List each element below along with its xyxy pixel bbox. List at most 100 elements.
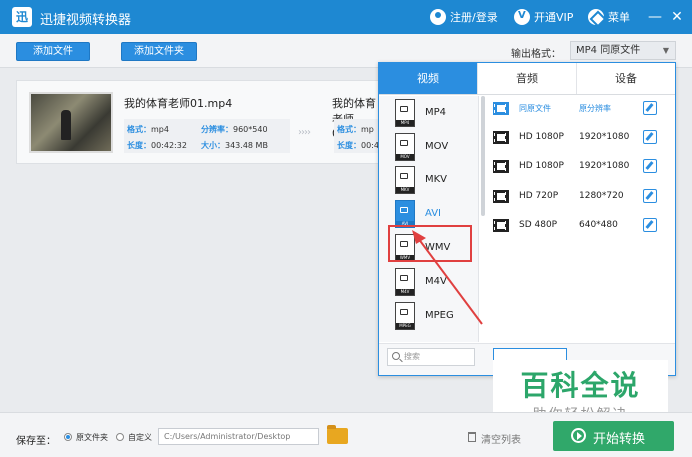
format-name: MOV: [425, 141, 449, 152]
out-format-value: mp: [361, 125, 374, 134]
radio-custom-folder[interactable]: [116, 433, 124, 441]
resolution-quality: SD 480P: [519, 220, 558, 230]
selection-highlight: [388, 225, 472, 262]
video-file-icon: MOV: [395, 133, 415, 161]
resolution-value: 640*480: [579, 220, 618, 230]
app-title: 迅捷视频转换器: [40, 13, 132, 28]
start-convert-button[interactable]: 开始转换: [553, 421, 674, 451]
close-button[interactable]: ✕: [668, 8, 686, 26]
edit-icon[interactable]: [643, 101, 657, 115]
resolution-value: 960*540: [233, 125, 268, 134]
search-icon: [392, 352, 400, 360]
film-icon: [493, 160, 509, 173]
format-tabs: 视频 音频 设备: [379, 63, 675, 95]
resolution-value: 1920*1080: [579, 132, 630, 142]
search-input[interactable]: 搜索: [387, 348, 475, 366]
resolution-value: 1280*720: [579, 191, 624, 201]
resolution-row[interactable]: SD 480P 640*480: [487, 215, 673, 237]
film-icon: [493, 219, 509, 232]
video-file-icon: AVI: [395, 200, 415, 228]
menu-icon: [588, 9, 604, 25]
size-value: 343.48 MB: [225, 141, 268, 150]
trash-icon: [468, 432, 476, 442]
resolution-row[interactable]: HD 1080P 1920*1080: [487, 127, 673, 149]
format-value: mp4: [151, 125, 169, 134]
duration-key: 长度：: [127, 141, 151, 150]
radio-custom-label: 自定义: [128, 433, 152, 442]
edit-icon[interactable]: [643, 218, 657, 232]
output-format-select[interactable]: MP4 同原文件 ▼: [570, 41, 676, 60]
clear-list-button[interactable]: 清空列表: [481, 431, 521, 446]
user-icon: [430, 9, 446, 25]
format-list-scrollbar[interactable]: [481, 96, 485, 216]
output-path-input[interactable]: C:/Users/Administrator/Desktop: [158, 428, 319, 445]
resolution-quality: HD 720P: [519, 191, 559, 201]
format-name: M4V: [425, 276, 447, 287]
tab-video[interactable]: 视频: [379, 63, 477, 94]
convert-arrow-icon: ››››: [298, 127, 311, 138]
add-folder-button[interactable]: 添加文件夹: [121, 42, 197, 61]
save-to-label: 保存至：: [16, 436, 56, 447]
resolution-quality: 同原文件: [519, 104, 551, 113]
output-format-label: 输出格式：: [511, 49, 561, 60]
vip-icon: [514, 9, 530, 25]
footer-bar: 保存至： 原文件夹 自定义 C:/Users/Administrator/Des…: [0, 412, 692, 457]
folder-icon[interactable]: [327, 425, 348, 444]
tab-device[interactable]: 设备: [576, 63, 675, 94]
edit-icon[interactable]: [643, 130, 657, 144]
film-icon: [493, 190, 509, 203]
format-item-mp4[interactable]: MP4 MP4: [389, 99, 473, 131]
video-file-icon: MPEG: [395, 302, 415, 330]
search-placeholder: 搜索: [404, 352, 420, 361]
format-item-mpeg[interactable]: MPEG MPEG: [389, 302, 473, 334]
video-thumbnail: [29, 92, 113, 153]
edit-icon[interactable]: [643, 189, 657, 203]
start-convert-label: 开始转换: [593, 432, 646, 447]
tab-audio[interactable]: 音频: [477, 63, 576, 94]
login-label: 注册/登录: [450, 11, 498, 24]
radio-source-folder[interactable]: [64, 433, 72, 441]
play-icon: [571, 428, 586, 443]
format-name: MPEG: [425, 310, 454, 321]
file-card[interactable]: 我的体育老师01.mp4 格式：mp4 分辨率：960*540 长度：00:42…: [16, 80, 386, 164]
format-name: AVI: [425, 208, 441, 219]
resolution-value: 1920*1080: [579, 161, 630, 171]
app-logo-icon: 迅: [12, 7, 32, 27]
resolution-value: 原分辨率: [579, 104, 611, 113]
format-name: MKV: [425, 174, 448, 185]
film-icon: [493, 102, 509, 115]
login-button[interactable]: 注册/登录: [430, 8, 498, 26]
output-meta: 格式：mp 长度：00:4: [334, 119, 384, 153]
film-icon: [493, 131, 509, 144]
resolution-row[interactable]: 同原文件 原分辨率: [487, 98, 673, 120]
menu-button[interactable]: 菜单: [588, 8, 630, 26]
resolution-key: 分辨率：: [201, 125, 233, 134]
resolution-row[interactable]: HD 1080P 1920*1080: [487, 156, 673, 178]
menu-label: 菜单: [608, 11, 630, 24]
out-duration-value: 00:4: [361, 141, 379, 150]
resolution-quality: HD 1080P: [519, 132, 564, 142]
source-file-name: 我的体育老师01.mp4: [124, 97, 233, 110]
format-list: MP4 MP4 MOV MOV MKV MKV AVI AVI WMV WMV …: [379, 96, 479, 342]
edit-icon[interactable]: [643, 159, 657, 173]
out-duration-key: 长度：: [337, 141, 361, 150]
minimize-button[interactable]: —: [646, 8, 664, 26]
radio-source-label: 原文件夹: [76, 433, 108, 442]
format-name: MP4: [425, 107, 447, 118]
chevron-down-icon: ▼: [662, 46, 669, 55]
video-file-icon: MKV: [395, 166, 415, 194]
output-format-value: MP4 同原文件: [576, 45, 641, 56]
format-item-mov[interactable]: MOV MOV: [389, 133, 473, 165]
format-item-m4v[interactable]: M4V M4V: [389, 268, 473, 300]
size-key: 大小：: [201, 141, 225, 150]
resolution-row[interactable]: HD 720P 1280*720: [487, 186, 673, 208]
video-file-icon: M4V: [395, 268, 415, 296]
resolution-quality: HD 1080P: [519, 161, 564, 171]
format-key: 格式：: [127, 125, 151, 134]
source-meta: 格式：mp4 分辨率：960*540 长度：00:42:32 大小：343.48…: [124, 119, 290, 153]
watermark-title: 百科全说: [520, 369, 641, 402]
add-file-button[interactable]: 添加文件: [16, 42, 90, 61]
format-panel: 视频 音频 设备 MP4 MP4 MOV MOV MKV MKV AVI AVI…: [378, 62, 676, 376]
vip-button[interactable]: 开通VIP: [514, 8, 573, 26]
format-item-mkv[interactable]: MKV MKV: [389, 166, 473, 198]
